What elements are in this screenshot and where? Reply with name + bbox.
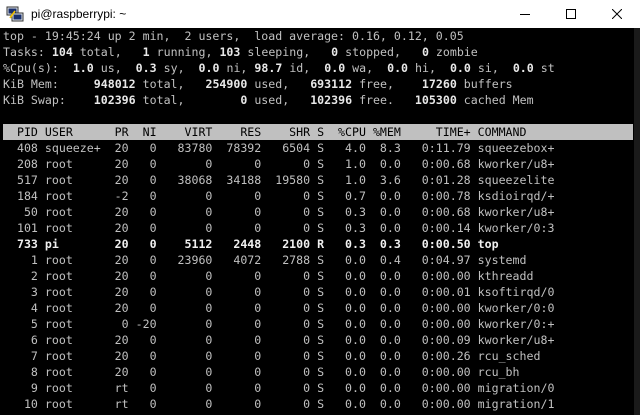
swap-used: 0: [240, 93, 248, 107]
terminal-scrollbar[interactable]: [634, 28, 640, 415]
cpu-ni: 0.0: [198, 61, 220, 75]
tasks-sleeping: 103: [219, 45, 241, 59]
mem-total: 948012: [93, 77, 136, 91]
mem-buffers: 17260: [421, 77, 457, 91]
putty-icon[interactable]: [6, 6, 24, 22]
table-row: 9 root rt 0 0 0 0 S 0.0 0.0 0:00.00 migr…: [3, 381, 555, 395]
table-row: 8 root 20 0 0 0 0 S 0.0 0.0 0:00.00 rcu_…: [3, 365, 520, 379]
mem-line: KiB Mem: 948012 total, 254900 used, 6931…: [3, 77, 513, 91]
table-row: 2 root 20 0 0 0 0 S 0.0 0.0 0:00.00 kthr…: [3, 269, 534, 283]
swap-cached: 105300: [414, 93, 457, 107]
table-row: 5 root 0 -20 0 0 0 S 0.0 0.0 0:00.00 kwo…: [3, 317, 555, 331]
cpu-us: 1.0: [72, 61, 94, 75]
mem-free: 693112: [310, 77, 353, 91]
cpu-st: 0.0: [512, 61, 534, 75]
close-button[interactable]: [594, 0, 640, 28]
swap-label: KiB Swap:: [3, 93, 66, 107]
table-row: 4 root 20 0 0 0 0 S 0.0 0.0 0:00.00 kwor…: [3, 301, 555, 315]
cpu-hi: 0.0: [387, 61, 409, 75]
table-row: 1 root 20 0 23960 4072 2788 S 0.0 0.4 0:…: [3, 253, 527, 267]
maximize-button[interactable]: [548, 0, 594, 28]
tasks-zombie: 0: [421, 45, 429, 59]
table-row-highlighted: 733 pi 20 0 5112 2448 2100 R 0.3 0.3 0:0…: [3, 237, 499, 251]
table-row: 7 root 20 0 0 0 0 S 0.0 0.0 0:00.26 rcu_…: [3, 349, 541, 363]
process-table-header: PID USER PR NI VIRT RES SHR S %CPU %MEM …: [3, 125, 527, 139]
cpu-label: %Cpu(s):: [3, 61, 59, 75]
terminal-area[interactable]: top - 19:45:24 up 2 min, 2 users, load a…: [0, 28, 640, 415]
tasks-line: Tasks: 104 total, 1 running, 103 sleepin…: [3, 45, 478, 59]
maximize-icon: [566, 9, 576, 19]
swap-free: 102396: [310, 93, 353, 107]
tasks-total: 104: [51, 45, 73, 59]
table-row: 3 root 20 0 0 0 0 S 0.0 0.0 0:00.01 ksof…: [3, 285, 555, 299]
close-icon: [612, 9, 622, 19]
cpu-id: 98.7: [254, 61, 283, 75]
tasks-stopped: 0: [331, 45, 339, 59]
mem-used: 254900: [205, 77, 248, 91]
tasks-running: 1: [142, 45, 150, 59]
table-row: 184 root -2 0 0 0 0 S 0.7 0.0 0:00.78 ks…: [3, 189, 555, 203]
table-row: 208 root 20 0 0 0 0 S 1.0 0.0 0:00.68 kw…: [3, 157, 555, 171]
swap-line: KiB Swap: 102396 total, 0 used, 102396 f…: [3, 93, 534, 107]
tasks-label: Tasks:: [3, 45, 45, 59]
cpu-si: 0.0: [449, 61, 471, 75]
cpu-line: %Cpu(s): 1.0 us, 0.3 sy, 0.0 ni, 98.7 id…: [3, 61, 555, 75]
minimize-button[interactable]: [502, 0, 548, 28]
table-row: 50 root 20 0 0 0 0 S 0.3 0.0 0:00.68 kwo…: [3, 205, 555, 219]
mem-label: KiB Mem:: [3, 77, 59, 91]
table-row: 517 root 20 0 38068 34188 19580 S 1.0 3.…: [3, 173, 555, 187]
cpu-sy: 0.3: [135, 61, 157, 75]
table-row: 10 root rt 0 0 0 0 S 0.0 0.0 0:00.00 mig…: [3, 397, 555, 411]
cpu-wa: 0.0: [324, 61, 346, 75]
window-title: pi@raspberrypi: ~: [31, 7, 127, 21]
swap-total: 102396: [93, 93, 136, 107]
table-row: 6 root 20 0 0 0 0 S 0.0 0.0 0:00.09 kwor…: [3, 333, 555, 347]
minimize-icon: [520, 14, 530, 15]
putty-window: pi@raspberrypi: ~ top - 19:45:24 up 2 mi…: [0, 0, 640, 415]
table-row: 101 root 20 0 0 0 0 S 0.3 0.0 0:00.14 kw…: [3, 221, 555, 235]
window-controls: [502, 0, 640, 28]
uptime-line: top - 19:45:24 up 2 min, 2 users, load a…: [3, 29, 464, 43]
table-row: 408 squeeze+ 20 0 83780 78392 6504 S 4.0…: [3, 141, 555, 155]
title-bar[interactable]: pi@raspberrypi: ~: [0, 0, 640, 28]
